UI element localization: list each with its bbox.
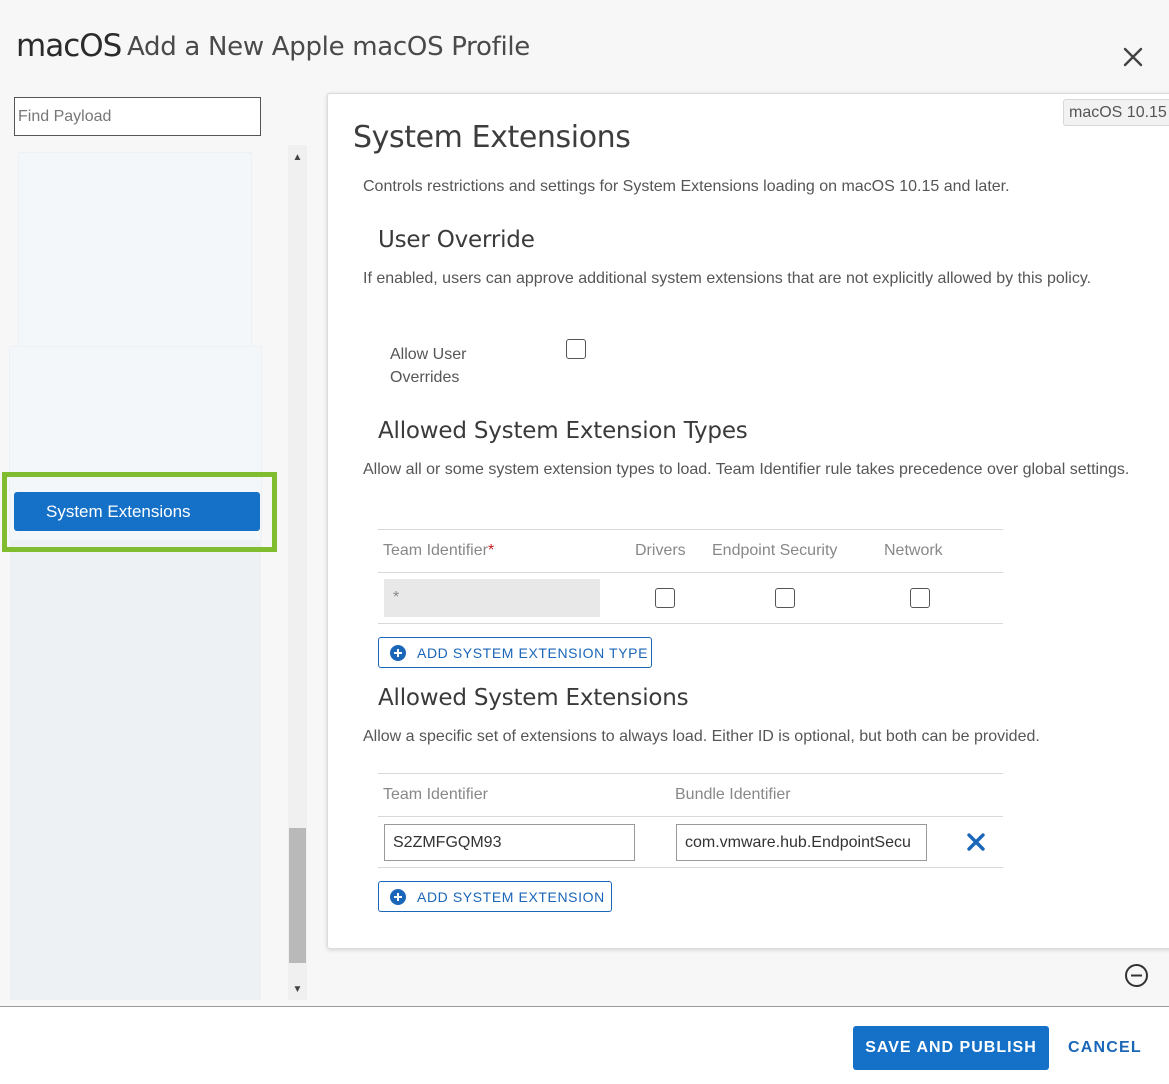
table-divider [378, 572, 1003, 573]
plus-circle-icon [390, 644, 406, 661]
column-header-endpoint-security: Endpoint Security [712, 542, 838, 559]
scroll-down-arrow-icon[interactable]: ▼ [288, 979, 307, 999]
cancel-button[interactable]: CANCEL [1068, 1026, 1142, 1070]
close-button[interactable] [1118, 42, 1148, 72]
user-override-heading: User Override [378, 227, 535, 253]
plus-circle-icon [390, 888, 406, 905]
minus-circle-icon[interactable] [1124, 963, 1149, 988]
os-logo: macOS [16, 28, 122, 64]
add-system-extension-button[interactable]: ADD SYSTEM EXTENSION [378, 881, 612, 912]
team-identifier-input-disabled: * [384, 579, 600, 617]
sidebar-panel [10, 540, 261, 1000]
column-header-drivers: Drivers [635, 542, 686, 559]
user-override-description: If enabled, users can approve additional… [363, 270, 1092, 287]
allow-user-overrides-checkbox[interactable] [566, 339, 586, 359]
bundle-identifier-input[interactable]: com.vmware.hub.EndpointSecu [676, 824, 927, 861]
payload-card [327, 93, 1169, 949]
add-system-extension-type-button[interactable]: ADD SYSTEM EXTENSION TYPE [378, 637, 652, 668]
scrollbar-thumb[interactable] [289, 828, 306, 963]
table-divider [378, 867, 1003, 868]
table-divider [378, 623, 1003, 624]
extensions-description: Allow a specific set of extensions to al… [363, 728, 1040, 745]
add-system-extension-label: ADD SYSTEM EXTENSION [417, 888, 605, 905]
extensions-heading: Allowed System Extensions [378, 685, 689, 711]
team-identifier-input[interactable]: S2ZMFGQM93 [384, 824, 635, 861]
table-divider [378, 816, 1003, 817]
highlight-box [2, 472, 277, 552]
column-header-bundle-identifier: Bundle Identifier [675, 786, 791, 803]
x-icon[interactable] [966, 832, 986, 852]
network-checkbox[interactable] [910, 588, 930, 608]
dialog-title: Add a New Apple macOS Profile [127, 32, 530, 62]
column-header-team-identifier: Team Identifier* [383, 542, 495, 559]
section-description: Controls restrictions and settings for S… [363, 178, 1010, 195]
version-badge: macOS 10.15 [1063, 99, 1169, 126]
drivers-checkbox[interactable] [655, 588, 675, 608]
extension-types-description: Allow all or some system extension types… [363, 461, 1130, 478]
allow-user-overrides-label: Allow User Overrides [390, 346, 467, 386]
column-header-network: Network [884, 542, 943, 559]
required-marker: * [487, 542, 495, 559]
close-icon [1123, 47, 1143, 67]
extension-types-heading: Allowed System Extension Types [378, 418, 748, 444]
endpoint-security-checkbox[interactable] [775, 588, 795, 608]
column-header-team-identifier: Team Identifier [383, 786, 488, 803]
sidebar-panel [18, 152, 252, 348]
sidebar-scrollbar[interactable]: ▲ ▼ [288, 145, 307, 1000]
add-system-extension-type-label: ADD SYSTEM EXTENSION TYPE [417, 644, 649, 661]
scroll-up-arrow-icon[interactable]: ▲ [288, 147, 307, 167]
table-divider [378, 773, 1003, 774]
save-and-publish-button[interactable]: SAVE AND PUBLISH [853, 1026, 1049, 1070]
table-divider [378, 529, 1003, 530]
dialog-header: macOS Add a New Apple macOS Profile [0, 0, 1169, 90]
find-payload-input[interactable] [14, 97, 261, 136]
page-title: System Extensions [353, 120, 631, 155]
